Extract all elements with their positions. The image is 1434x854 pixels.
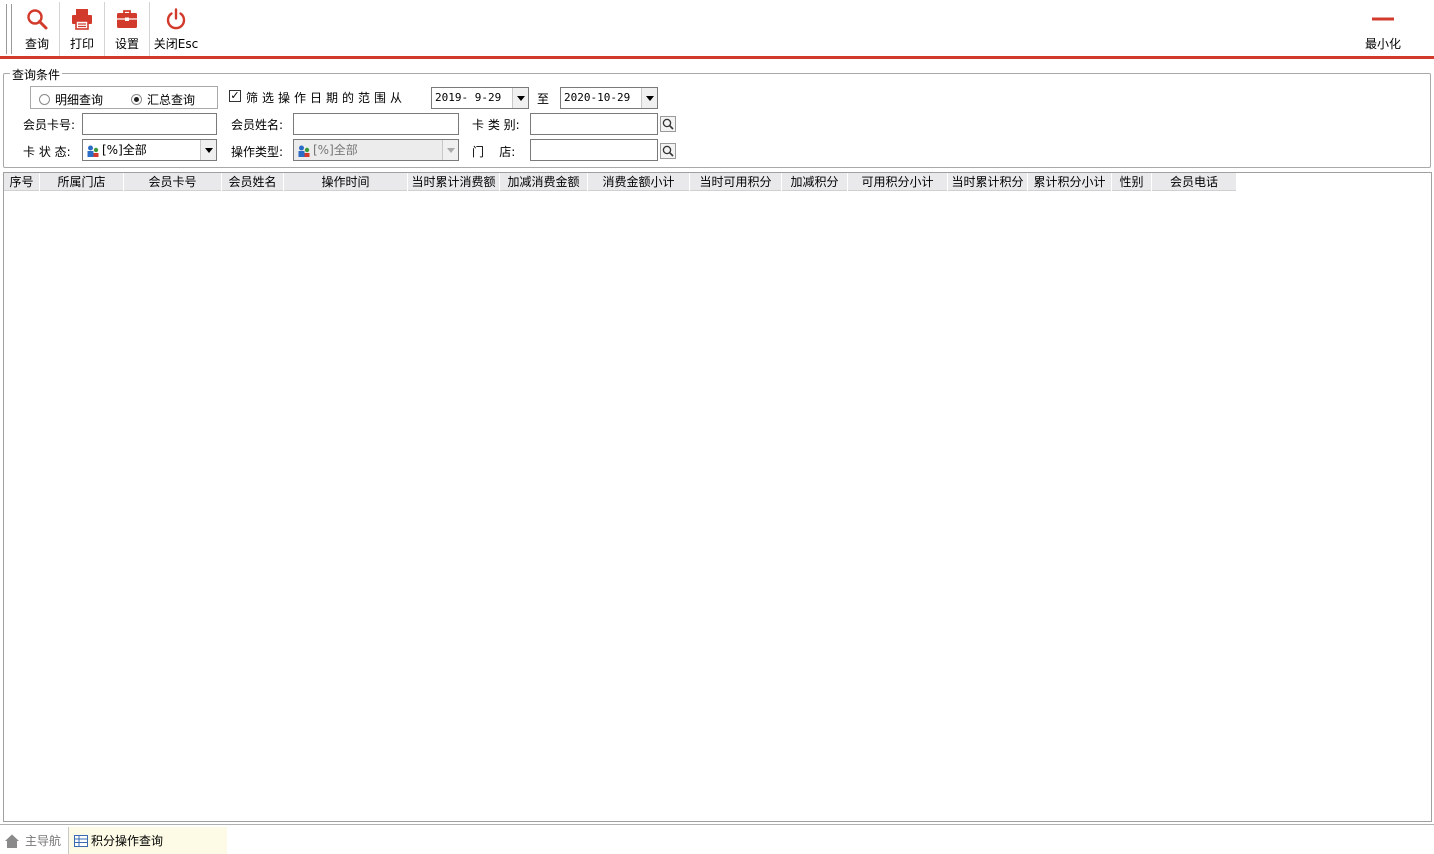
search-icon xyxy=(662,118,674,130)
column-header[interactable]: 当时可用积分 xyxy=(690,173,782,191)
people-icon xyxy=(87,145,99,157)
column-header[interactable]: 会员姓名 xyxy=(222,173,284,191)
toolbar-grip xyxy=(11,4,12,54)
query-button-label: 查询 xyxy=(24,37,49,51)
column-header[interactable]: 所属门店 xyxy=(40,173,124,191)
detail-query-label: 明细查询 xyxy=(55,93,104,107)
column-header[interactable]: 性别 xyxy=(1112,173,1152,191)
query-button[interactable]: 查询 xyxy=(16,0,58,56)
settings-button[interactable]: 设置 xyxy=(106,0,148,56)
results-grid[interactable]: 序号 所属门店 会员卡号 会员姓名 操作时间 当时累计消费额 加减消费金额 消费… xyxy=(3,172,1432,822)
toolbar-grip xyxy=(6,4,7,54)
date-filter-checkbox[interactable]: ✓ xyxy=(229,90,241,102)
radio-dot xyxy=(39,94,50,105)
card-status-label: 卡 状 态: xyxy=(23,145,71,159)
toolbox-icon xyxy=(117,10,137,28)
radio-dot-selected xyxy=(131,94,142,105)
chevron-down-icon[interactable] xyxy=(200,140,216,160)
tab-points-query[interactable]: 积分操作查询 xyxy=(68,827,227,854)
date-from-picker[interactable]: 2019- 9-29 xyxy=(431,87,529,109)
print-button[interactable]: 打印 xyxy=(61,0,103,56)
settings-button-label: 设置 xyxy=(114,37,139,51)
toolbar-separator xyxy=(149,2,150,56)
tab-points-query-label: 积分操作查询 xyxy=(91,834,164,848)
column-header[interactable]: 当时累计积分 xyxy=(948,173,1028,191)
column-header[interactable]: 当时累计消费额 xyxy=(408,173,500,191)
store-input[interactable] xyxy=(530,139,658,161)
print-button-label: 打印 xyxy=(69,37,94,51)
card-type-label: 卡 类 别: xyxy=(472,118,520,132)
card-type-input[interactable] xyxy=(530,113,658,135)
tab-main-navigation-label: 主导航 xyxy=(25,834,62,848)
column-header[interactable]: 操作时间 xyxy=(284,173,408,191)
printer-icon xyxy=(72,9,92,30)
close-button-label: 关闭Esc xyxy=(153,37,199,51)
card-no-input[interactable] xyxy=(82,113,217,135)
column-header[interactable]: 会员电话 xyxy=(1152,173,1237,191)
card-status-value: [%]全部 xyxy=(102,143,147,157)
op-type-value: [%]全部 xyxy=(313,143,358,157)
query-conditions-title: 查询条件 xyxy=(10,66,63,83)
tab-main-navigation[interactable]: 主导航 xyxy=(4,832,61,849)
people-icon xyxy=(298,145,310,157)
summary-query-radio[interactable]: 汇总查询 xyxy=(131,91,195,108)
power-icon xyxy=(166,8,186,30)
card-status-select[interactable]: [%]全部 xyxy=(82,139,217,161)
home-icon xyxy=(5,834,19,848)
date-filter-label: 筛选操作日期的范围从 xyxy=(246,91,407,105)
store-search-button[interactable] xyxy=(660,143,676,159)
minimize-button[interactable]: 最小化 xyxy=(1360,0,1406,56)
close-button[interactable]: 关闭Esc xyxy=(152,0,200,56)
toolbar: 查询 打印 设置 关闭Esc 最小化 xyxy=(0,0,1434,59)
column-header[interactable]: 序号 xyxy=(4,173,40,191)
search-icon xyxy=(27,9,48,30)
toolbar-separator xyxy=(104,2,105,56)
bottom-tab-bar: 主导航 积分操作查询 xyxy=(0,824,1434,854)
minimize-button-label: 最小化 xyxy=(1364,37,1401,51)
member-name-label: 会员姓名: xyxy=(231,118,284,132)
member-name-input[interactable] xyxy=(293,113,459,135)
op-type-select[interactable]: [%]全部 xyxy=(293,139,459,161)
date-to-picker[interactable]: 2020-10-29 xyxy=(560,87,658,109)
toolbar-separator xyxy=(59,2,60,56)
column-header[interactable]: 消费金额小计 xyxy=(588,173,690,191)
search-icon xyxy=(662,145,674,157)
column-header[interactable]: 可用积分小计 xyxy=(848,173,948,191)
column-header[interactable]: 加减积分 xyxy=(782,173,848,191)
date-to-value: 2020-10-29 xyxy=(564,91,631,104)
card-no-label: 会员卡号: xyxy=(23,118,76,132)
chevron-down-icon[interactable] xyxy=(641,88,657,108)
date-to-label: 至 xyxy=(537,92,550,106)
chevron-down-icon[interactable] xyxy=(442,140,458,160)
table-icon xyxy=(74,834,88,847)
query-mode-box: 明细查询 汇总查询 xyxy=(30,86,218,109)
column-header[interactable]: 会员卡号 xyxy=(124,173,222,191)
minimize-icon xyxy=(1372,17,1394,21)
summary-query-label: 汇总查询 xyxy=(147,93,196,107)
detail-query-radio[interactable]: 明细查询 xyxy=(39,91,103,108)
column-header[interactable]: 加减消费金额 xyxy=(500,173,588,191)
store-label: 门 店: xyxy=(472,145,516,159)
date-from-value: 2019- 9-29 xyxy=(435,91,502,104)
card-type-search-button[interactable] xyxy=(660,116,676,132)
op-type-label: 操作类型: xyxy=(231,145,284,159)
column-header[interactable]: 累计积分小计 xyxy=(1028,173,1112,191)
grid-header: 序号 所属门店 会员卡号 会员姓名 操作时间 当时累计消费额 加减消费金额 消费… xyxy=(4,173,1237,191)
chevron-down-icon[interactable] xyxy=(512,88,528,108)
